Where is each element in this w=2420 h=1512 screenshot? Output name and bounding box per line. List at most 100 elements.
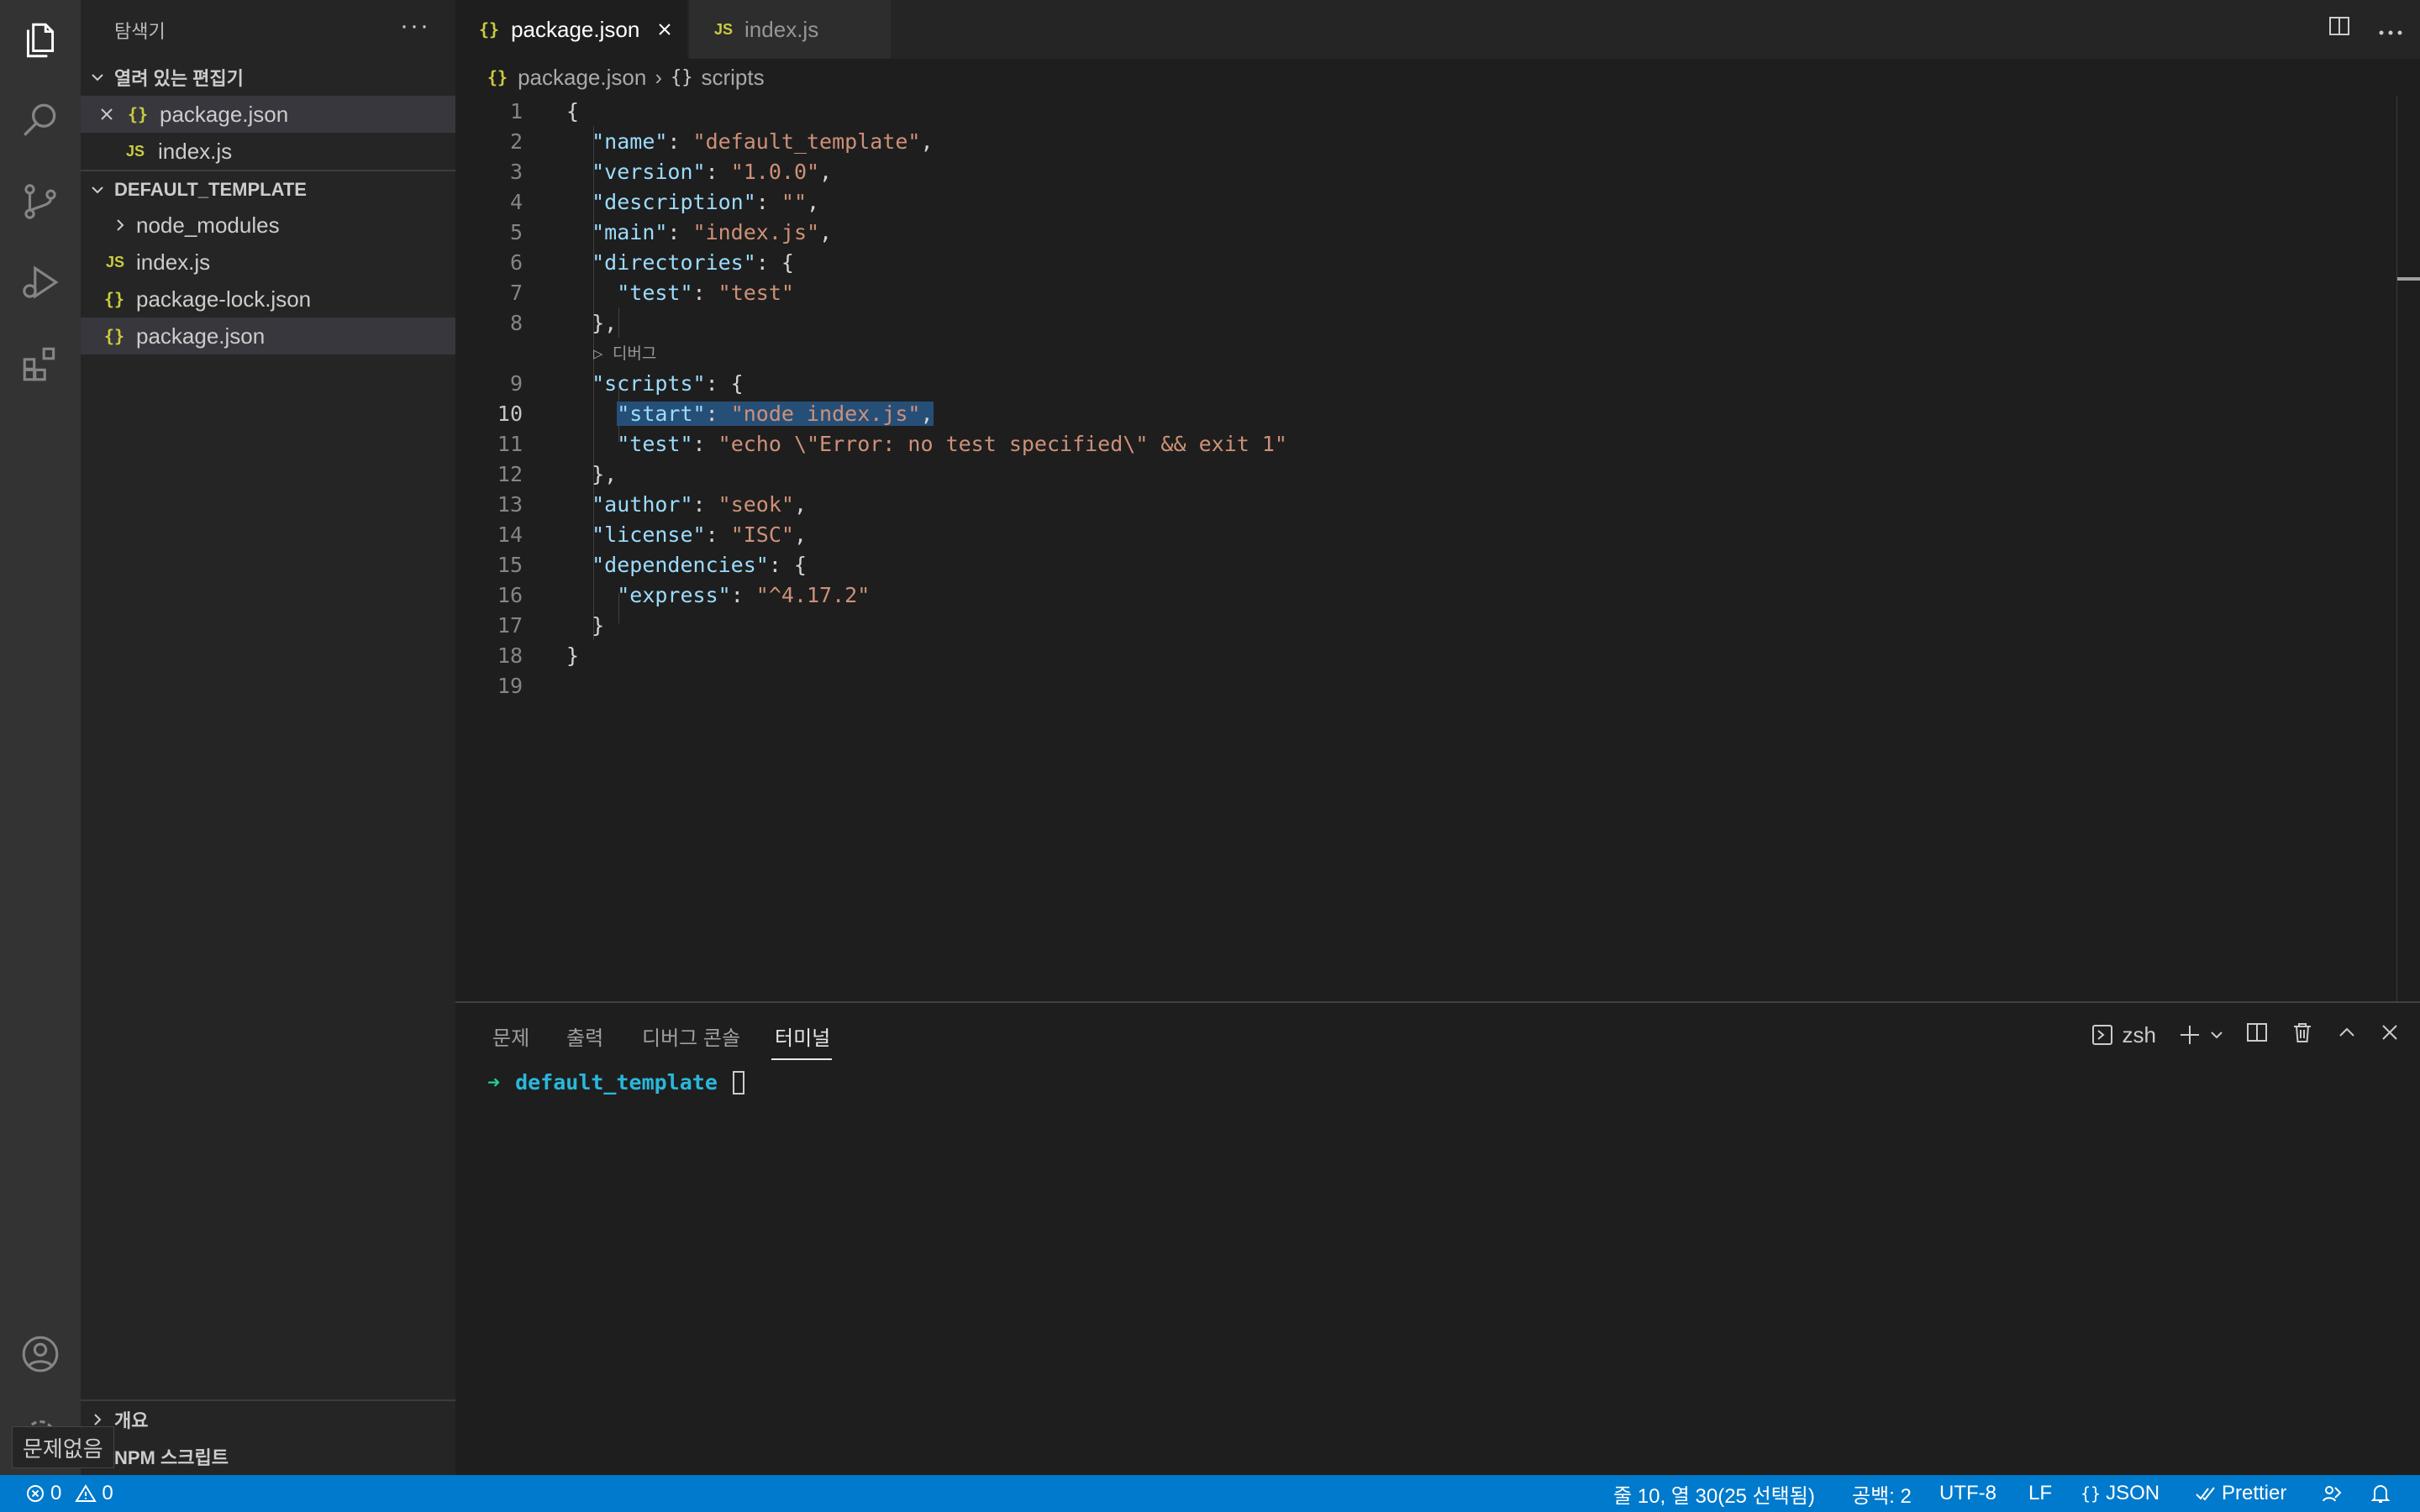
code-line[interactable]: 14 "license": "ISC", — [455, 519, 2396, 549]
json-key: "author" — [592, 491, 693, 517]
code-line[interactable]: 15 "dependencies": { — [455, 549, 2396, 580]
code-text: "dependencies": { — [566, 553, 807, 577]
js-file-icon: JS — [125, 142, 145, 160]
code-line[interactable]: 5 "main": "index.js", — [455, 217, 2396, 247]
open-editors-header[interactable]: 열려 있는 편집기 — [81, 59, 455, 96]
line-number: 11 — [497, 431, 523, 456]
code-line[interactable]: 13 "author": "seok", — [455, 489, 2396, 519]
code-text: "scripts": { — [566, 371, 744, 396]
code-line[interactable]: 17 } — [455, 610, 2396, 640]
line-number: 6 — [509, 249, 523, 275]
line-number: 10 — [497, 401, 523, 426]
feedback-icon[interactable] — [2321, 1475, 2343, 1512]
close-icon[interactable] — [81, 107, 128, 122]
code-line[interactable]: 8 }, — [455, 307, 2396, 338]
code-punctuation: }, — [566, 461, 618, 486]
prompt-directory: default_template — [515, 1070, 718, 1095]
tree-item-label: index.js — [136, 249, 211, 275]
trash-icon[interactable] — [2291, 1021, 2314, 1050]
breadcrumb-symbol[interactable]: scripts — [702, 65, 765, 91]
code-text: "name": "default_template", — [566, 129, 933, 154]
more-actions-icon[interactable]: ··· — [400, 12, 430, 40]
code-line[interactable]: 4 "description": "", — [455, 186, 2396, 217]
explorer-title: 탐색기 — [114, 21, 166, 42]
json-file-icon: {} — [487, 67, 508, 87]
code-line[interactable]: 12 }, — [455, 459, 2396, 489]
maximize-panel-icon[interactable] — [2336, 1021, 2358, 1049]
code-line[interactable]: 6 "directories": { — [455, 247, 2396, 277]
json-string: "index.js" — [692, 219, 820, 244]
source-control-icon[interactable] — [0, 161, 81, 242]
end-of-line[interactable]: LF — [2028, 1475, 2052, 1512]
code-line[interactable]: 9 "scripts": { — [455, 368, 2396, 398]
outline-section-header[interactable]: 개요 — [81, 1401, 455, 1438]
code-line[interactable]: 7 "test": "test" — [455, 277, 2396, 307]
line-number: 3 — [509, 159, 523, 184]
status-bar: 0 0 줄 10, 열 30(25 선택됨) 공백: 2 UTF-8 LF {}… — [0, 1475, 2420, 1512]
tree-item-index-js[interactable]: JS index.js — [81, 244, 455, 281]
explorer-sidebar: 탐색기 ··· 열려 있는 편집기 {} package.json JS ind… — [81, 0, 455, 1475]
tab-debug-console[interactable]: 디버그 콘솔 — [642, 1021, 740, 1051]
terminal-selector[interactable]: zsh — [2091, 1022, 2156, 1048]
code-line[interactable]: 18} — [455, 640, 2396, 670]
new-terminal-button[interactable] — [2178, 1023, 2223, 1047]
project-folder-header[interactable]: DEFAULT_TEMPLATE — [81, 171, 455, 208]
code-line[interactable]: 3 "version": "1.0.0", — [455, 156, 2396, 186]
tab-terminal[interactable]: 터미널 — [775, 1021, 830, 1051]
code-line[interactable]: 10 "start": "node index.js", — [455, 398, 2396, 428]
code-text: "start": "node index.js", — [566, 401, 934, 426]
code-punctuation — [566, 160, 592, 184]
code-line[interactable]: 11 "test": "echo \"Error: no test specif… — [455, 428, 2396, 459]
more-actions-icon[interactable] — [2378, 15, 2403, 44]
tree-item-package-json[interactable]: {} package.json — [81, 318, 455, 354]
search-icon[interactable] — [0, 81, 81, 161]
code-text: }, — [566, 462, 617, 486]
json-key: "version" — [592, 159, 706, 184]
tab-output[interactable]: 출력 — [566, 1021, 603, 1051]
json-file-icon: {} — [128, 104, 149, 124]
language-label: JSON — [2106, 1482, 2160, 1504]
tree-item-node-modules[interactable]: node_modules — [81, 207, 455, 244]
explorer-icon[interactable] — [0, 0, 81, 81]
tab-problems[interactable]: 문제 — [492, 1021, 529, 1051]
split-editor-icon[interactable] — [2328, 14, 2351, 45]
prettier-status[interactable]: Prettier — [2195, 1475, 2286, 1512]
tab-package-json[interactable]: {} package.json — [455, 0, 687, 59]
npm-scripts-section-header[interactable]: NPM 스크립트 — [81, 1438, 455, 1475]
tab-index-js[interactable]: JS index.js — [689, 0, 891, 59]
code-editor[interactable]: 1{2 "name": "default_template", 3 "versio… — [455, 96, 2396, 1003]
notifications-bell-icon[interactable] — [2370, 1475, 2391, 1512]
language-mode[interactable]: {} JSON — [2081, 1475, 2160, 1512]
code-line[interactable]: 16 "express": "^4.17.2" — [455, 580, 2396, 610]
problems-status[interactable]: 0 0 — [25, 1475, 113, 1512]
code-line[interactable]: 19 — [455, 670, 2396, 701]
open-editor-item-package-json[interactable]: {} package.json — [81, 96, 455, 133]
extensions-icon[interactable] — [0, 323, 81, 403]
indentation[interactable]: 공백: 2 — [1852, 1475, 1912, 1512]
split-terminal-icon[interactable] — [2245, 1021, 2269, 1050]
terminal-prompt[interactable]: ➜ default_template — [487, 1070, 744, 1095]
status-tooltip: 문제없음 — [12, 1426, 114, 1468]
account-icon[interactable] — [0, 1314, 81, 1394]
code-punctuation: : — [705, 401, 731, 426]
breadcrumb-file[interactable]: package.json — [518, 65, 646, 91]
close-tab-icon[interactable] — [656, 21, 673, 38]
code-punctuation: : — [667, 129, 693, 154]
line-number: 2 — [509, 129, 523, 154]
code-line[interactable]: 2 "name": "default_template", — [455, 126, 2396, 156]
code-line[interactable]: 1{ — [455, 96, 2396, 126]
code-text: } — [566, 643, 579, 668]
editor-scrollbar[interactable] — [2396, 96, 2420, 1003]
open-editors-label: 열려 있는 편집기 — [114, 68, 244, 89]
json-key: "main" — [592, 219, 668, 244]
warning-count: 0 — [102, 1482, 113, 1504]
run-debug-icon[interactable] — [0, 242, 81, 323]
close-panel-icon[interactable] — [2380, 1022, 2400, 1048]
tree-item-label: node_modules — [136, 212, 280, 238]
encoding[interactable]: UTF-8 — [1939, 1475, 1996, 1512]
tree-item-package-lock-json[interactable]: {} package-lock.json — [81, 281, 455, 318]
open-editor-item-index-js[interactable]: JS index.js — [81, 133, 455, 170]
code-punctuation — [566, 129, 592, 154]
debug-codelens[interactable]: ▷ 디버그 — [593, 341, 656, 364]
cursor-position[interactable]: 줄 10, 열 30(25 선택됨) — [1613, 1475, 1815, 1512]
